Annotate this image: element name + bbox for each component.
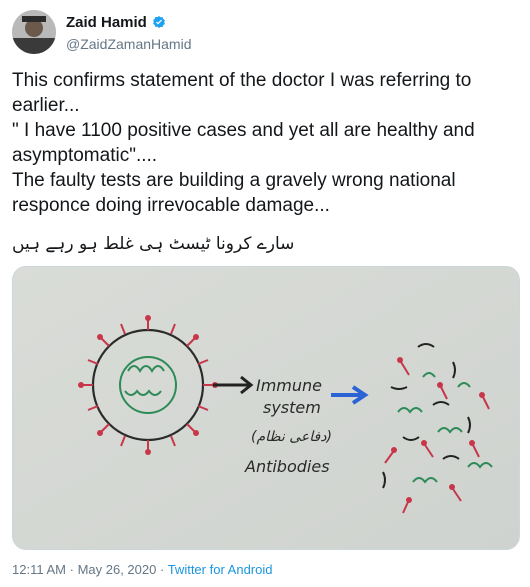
- whiteboard-word-immune: Immune: [256, 376, 322, 395]
- tweet-meta: 12:11 AM · May 26, 2020 · Twitter for An…: [12, 562, 272, 577]
- name-row: Zaid Hamid: [66, 14, 167, 31]
- whiteboard-word-urdu: (دفاعی نظام): [251, 429, 332, 445]
- tweet-time[interactable]: 12:11 AM: [12, 562, 66, 577]
- tweet-text: This confirms statement of the doctor I …: [12, 70, 475, 216]
- author-handle[interactable]: @ZaidZamanHamid: [66, 36, 191, 52]
- whiteboard-word-antibodies: Antibodies: [244, 457, 330, 476]
- meta-separator: ·: [69, 562, 74, 577]
- whiteboard-word-system: system: [263, 398, 321, 417]
- tweet-card: Zaid Hamid @ZaidZamanHamid This confirms…: [0, 0, 530, 587]
- tweet-media-image[interactable]: Immune system (دفاعی نظام) Antibodies: [12, 266, 520, 550]
- meta-separator: ·: [159, 562, 165, 577]
- tweet-header: Zaid Hamid @ZaidZamanHamid: [12, 10, 518, 60]
- tweet-date[interactable]: May 26, 2020: [78, 562, 157, 577]
- tweet-source-link[interactable]: Twitter for Android: [168, 562, 273, 577]
- verified-badge-icon: [151, 15, 167, 31]
- avatar[interactable]: [12, 10, 56, 54]
- author-name[interactable]: Zaid Hamid: [66, 14, 147, 31]
